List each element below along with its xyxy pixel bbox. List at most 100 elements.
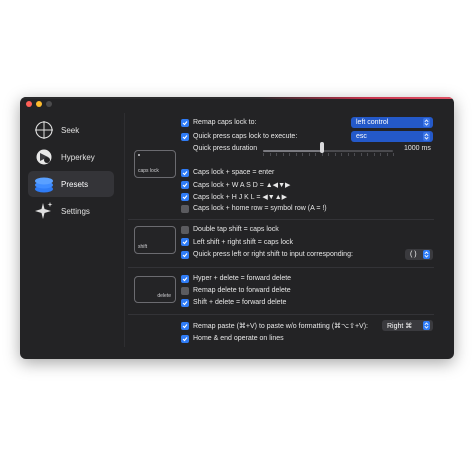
option-checkbox[interactable] xyxy=(181,274,189,283)
option-row[interactable]: Caps lock + H J K L = ◀▼▲▶ xyxy=(181,191,287,202)
sidebar-item-label: Hyperkey xyxy=(61,152,95,162)
slider-tick xyxy=(315,153,316,156)
remap-paste-checkbox[interactable] xyxy=(181,321,189,330)
chevron-updown-icon xyxy=(423,250,430,259)
chevron-updown-icon xyxy=(423,321,430,330)
quick-press-caps-checkbox[interactable] xyxy=(181,132,189,141)
slider-tick xyxy=(380,153,381,156)
slider-tick xyxy=(367,153,368,156)
slider-tick xyxy=(347,153,349,156)
option-checkbox[interactable] xyxy=(181,286,189,295)
slider-tick xyxy=(360,153,362,156)
option-label: Left shift + right shift = caps lock xyxy=(193,238,293,246)
slider-ticks xyxy=(263,153,394,156)
slider-tick xyxy=(269,153,271,156)
option-row[interactable]: Quick press left or right shift to input… xyxy=(181,249,353,260)
chevron-updown-icon xyxy=(423,118,430,127)
chevron-updown-icon xyxy=(423,132,430,141)
quick-press-key-select[interactable]: esc xyxy=(351,131,433,142)
sparkle-icon xyxy=(33,200,55,222)
quick-press-duration-slider[interactable] xyxy=(263,150,393,152)
option-checkbox[interactable] xyxy=(181,192,189,201)
zoom-window-button[interactable] xyxy=(46,101,52,107)
sidebar-item-label: Presets xyxy=(61,179,89,189)
close-window-button[interactable] xyxy=(26,101,32,107)
paste-modifier-select[interactable]: Right ⌘ xyxy=(382,320,433,331)
hyperkey-icon xyxy=(33,146,55,168)
option-checkbox[interactable] xyxy=(181,250,189,259)
slider-tick xyxy=(276,153,277,156)
sidebar-item-label: Settings xyxy=(61,206,90,216)
quick-press-duration-label: Quick press duration xyxy=(193,145,258,152)
remap-paste-option[interactable]: Remap paste (⌘+V) to paste w/o formattin… xyxy=(181,320,368,331)
minimize-window-button[interactable] xyxy=(36,101,42,107)
remap-caps-lock-option[interactable]: Remap caps lock to: xyxy=(181,117,256,128)
select-value: Right ⌘ xyxy=(387,322,413,330)
home-end-checkbox[interactable] xyxy=(181,334,189,343)
option-row[interactable]: Left shift + right shift = caps lock xyxy=(181,237,293,248)
slider-tick xyxy=(328,153,329,156)
sidebar-item-hyperkey[interactable]: Hyperkey xyxy=(28,144,114,170)
sidebar-item-presets[interactable]: Presets xyxy=(28,171,114,197)
home-end-option[interactable]: Home & end operate on lines xyxy=(181,333,284,344)
select-value: left control xyxy=(356,119,389,126)
quick-press-duration-value: 1000 ms xyxy=(404,145,431,152)
slider-tick xyxy=(393,153,394,156)
sidebar-item-settings[interactable]: Settings xyxy=(28,198,114,224)
section-divider xyxy=(128,219,434,220)
sidebar-item-seek[interactable]: Seek xyxy=(28,117,114,143)
option-label: Caps lock + home row = symbol row (A = !… xyxy=(193,205,327,212)
option-label: Remap paste (⌘+V) to paste w/o formattin… xyxy=(193,322,368,330)
select-value: esc xyxy=(356,133,367,140)
window-controls xyxy=(26,101,52,107)
slider-tick xyxy=(386,153,388,156)
option-row[interactable]: Caps lock + space = enter xyxy=(181,167,274,178)
option-row[interactable]: Shift + delete = forward delete xyxy=(181,297,286,308)
option-row[interactable]: Caps lock + home row = symbol row (A = !… xyxy=(181,203,327,214)
slider-tick xyxy=(295,153,297,156)
caps-lock-keycap: caps lock xyxy=(134,150,176,178)
slider-tick xyxy=(321,153,323,156)
slider-knob[interactable] xyxy=(319,142,324,153)
option-label: Caps lock + W A S D = ▲◀▼▶ xyxy=(193,181,291,189)
shift-symbol-select[interactable]: ( ) xyxy=(405,249,433,260)
option-checkbox[interactable] xyxy=(181,204,189,213)
slider-tick xyxy=(282,153,284,156)
option-checkbox[interactable] xyxy=(181,168,189,177)
option-label: Quick press left or right shift to input… xyxy=(193,251,353,258)
caps-lock-indicator xyxy=(138,154,140,156)
keycap-label: caps lock xyxy=(138,168,159,174)
option-row[interactable]: Remap delete to forward delete xyxy=(181,285,291,296)
option-row[interactable]: Caps lock + W A S D = ▲◀▼▶ xyxy=(181,179,290,190)
slider-tick xyxy=(334,153,336,156)
slider-fill xyxy=(263,150,322,152)
remap-caps-lock-checkbox[interactable] xyxy=(181,118,189,127)
option-label: Double tap shift = caps lock xyxy=(193,226,279,233)
option-label: Caps lock + space = enter xyxy=(193,169,275,176)
option-label: Remap delete to forward delete xyxy=(193,287,291,294)
sidebar-divider xyxy=(124,113,125,347)
option-label: Remap caps lock to: xyxy=(193,119,257,126)
option-checkbox[interactable] xyxy=(181,180,189,189)
quick-press-caps-option[interactable]: Quick press caps lock to execute: xyxy=(181,131,297,142)
slider-tick xyxy=(308,153,310,156)
option-row[interactable]: Hyper + delete = forward delete xyxy=(181,273,291,284)
keycap-label: delete xyxy=(157,293,171,299)
slider-tick xyxy=(341,153,342,156)
section-divider xyxy=(128,314,434,315)
option-label: Quick press caps lock to execute: xyxy=(193,133,298,140)
slider-tick xyxy=(373,153,375,156)
option-row[interactable]: Double tap shift = caps lock xyxy=(181,224,279,235)
option-label: Hyper + delete = forward delete xyxy=(193,275,292,282)
option-checkbox[interactable] xyxy=(181,238,189,246)
slider-tick xyxy=(263,153,264,156)
option-label: Home & end operate on lines xyxy=(193,335,284,342)
select-value: ( ) xyxy=(410,251,417,258)
remap-caps-lock-select[interactable]: left control xyxy=(351,117,433,128)
option-checkbox[interactable] xyxy=(181,225,189,234)
slider-tick xyxy=(289,153,290,156)
option-label: Caps lock + H J K L = ◀▼▲▶ xyxy=(193,193,288,201)
delete-keycap: delete xyxy=(134,276,176,303)
option-checkbox[interactable] xyxy=(181,298,189,307)
crosshair-icon xyxy=(33,119,55,141)
